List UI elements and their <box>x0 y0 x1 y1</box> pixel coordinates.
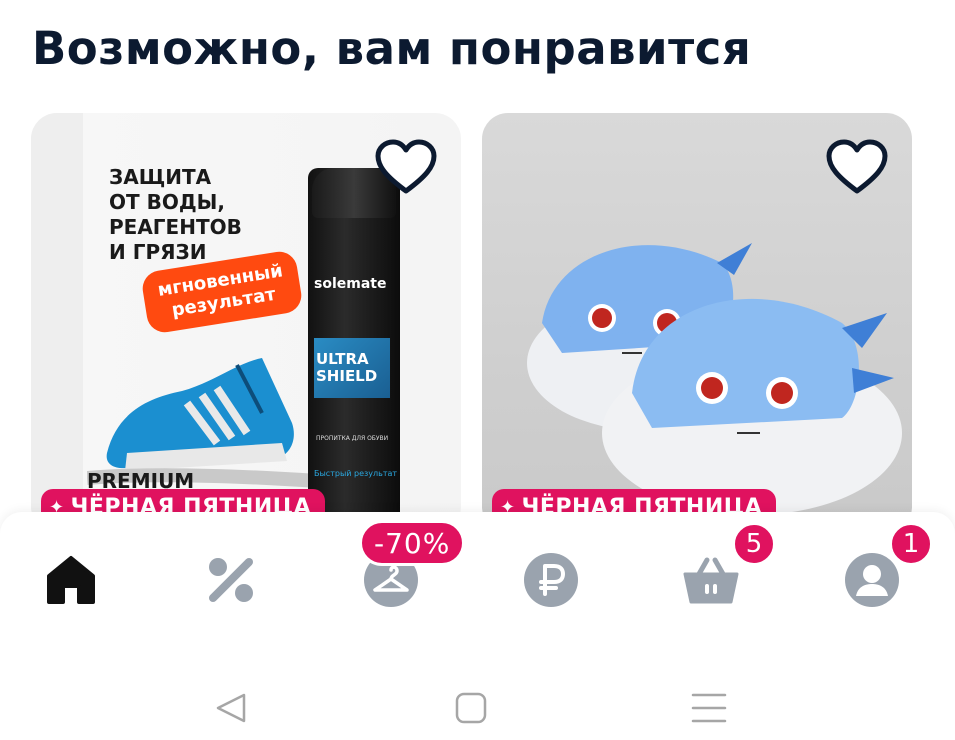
cart-count-badge: 5 <box>732 522 776 566</box>
poster-headline: ЗАЩИТА ОТ ВОДЫ, РЕАГЕНТОВ И ГРЯЗИ <box>109 165 242 264</box>
system-recents-button[interactable] <box>689 688 729 728</box>
poster-splash <box>31 113 83 533</box>
bottom-navigation: -70% 5 1 <box>0 512 955 740</box>
can-accent-text: Быстрый результат <box>314 469 398 478</box>
recents-icon <box>691 693 727 723</box>
percent-icon <box>209 558 253 602</box>
can-name: ULTRA SHIELD <box>316 350 378 385</box>
nav-profile[interactable] <box>840 552 904 608</box>
system-back-button[interactable] <box>211 688 251 728</box>
favorite-button[interactable] <box>373 137 439 197</box>
basket-icon <box>683 557 739 604</box>
favorite-button[interactable] <box>824 137 890 197</box>
ruble-icon <box>524 553 578 607</box>
nav-finance[interactable] <box>519 552 583 608</box>
profile-icon <box>845 553 899 607</box>
heart-outline-icon <box>826 139 888 194</box>
can-brand: solemate <box>314 276 387 292</box>
section-title: Возможно, вам понравится <box>32 22 752 75</box>
heart-outline-icon <box>375 139 437 194</box>
home-square-icon <box>455 692 487 724</box>
discount-badge: -70% <box>359 520 466 566</box>
product-card[interactable]: ✦ ЧЁРНАЯ ПЯТНИЦА <box>482 113 912 533</box>
sneaker-image <box>87 358 318 488</box>
nav-cart[interactable] <box>679 552 743 608</box>
home-icon <box>47 556 95 604</box>
product-card[interactable]: ЗАЩИТА ОТ ВОДЫ, РЕАГЕНТОВ И ГРЯЗИ мгнове… <box>31 113 461 533</box>
system-home-button[interactable] <box>451 688 491 728</box>
slippers-image <box>527 243 902 515</box>
back-icon <box>216 693 246 723</box>
nav-discounts[interactable] <box>199 552 263 608</box>
nav-home[interactable] <box>39 552 103 608</box>
profile-notification-badge: 1 <box>889 522 933 566</box>
can-description: ПРОПИТКА ДЛЯ ОБУВИ <box>316 435 389 442</box>
